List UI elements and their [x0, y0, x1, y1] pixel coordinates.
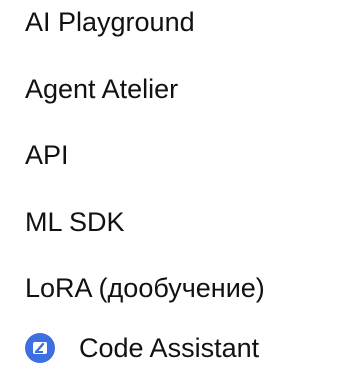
menu-item-label: API — [25, 139, 69, 170]
menu-item-label: Agent Atelier — [25, 73, 179, 104]
menu-item-lora[interactable]: LoRA (дообучение) — [25, 266, 265, 310]
menu-item-ml-sdk[interactable]: ML SDK — [25, 200, 125, 244]
menu-item-code-assistant[interactable]: Code Assistant — [25, 326, 259, 370]
menu-item-api[interactable]: API — [25, 133, 69, 177]
menu-item-label: ML SDK — [25, 206, 125, 237]
menu-item-label: Code Assistant — [79, 332, 260, 363]
menu-item-label: AI Playground — [25, 6, 195, 37]
code-assistant-icon — [25, 333, 55, 363]
menu-item-ai-playground[interactable]: AI Playground — [25, 0, 195, 44]
menu-item-agent-atelier[interactable]: Agent Atelier — [25, 67, 178, 111]
menu-item-label: LoRA (дообучение) — [25, 272, 265, 303]
